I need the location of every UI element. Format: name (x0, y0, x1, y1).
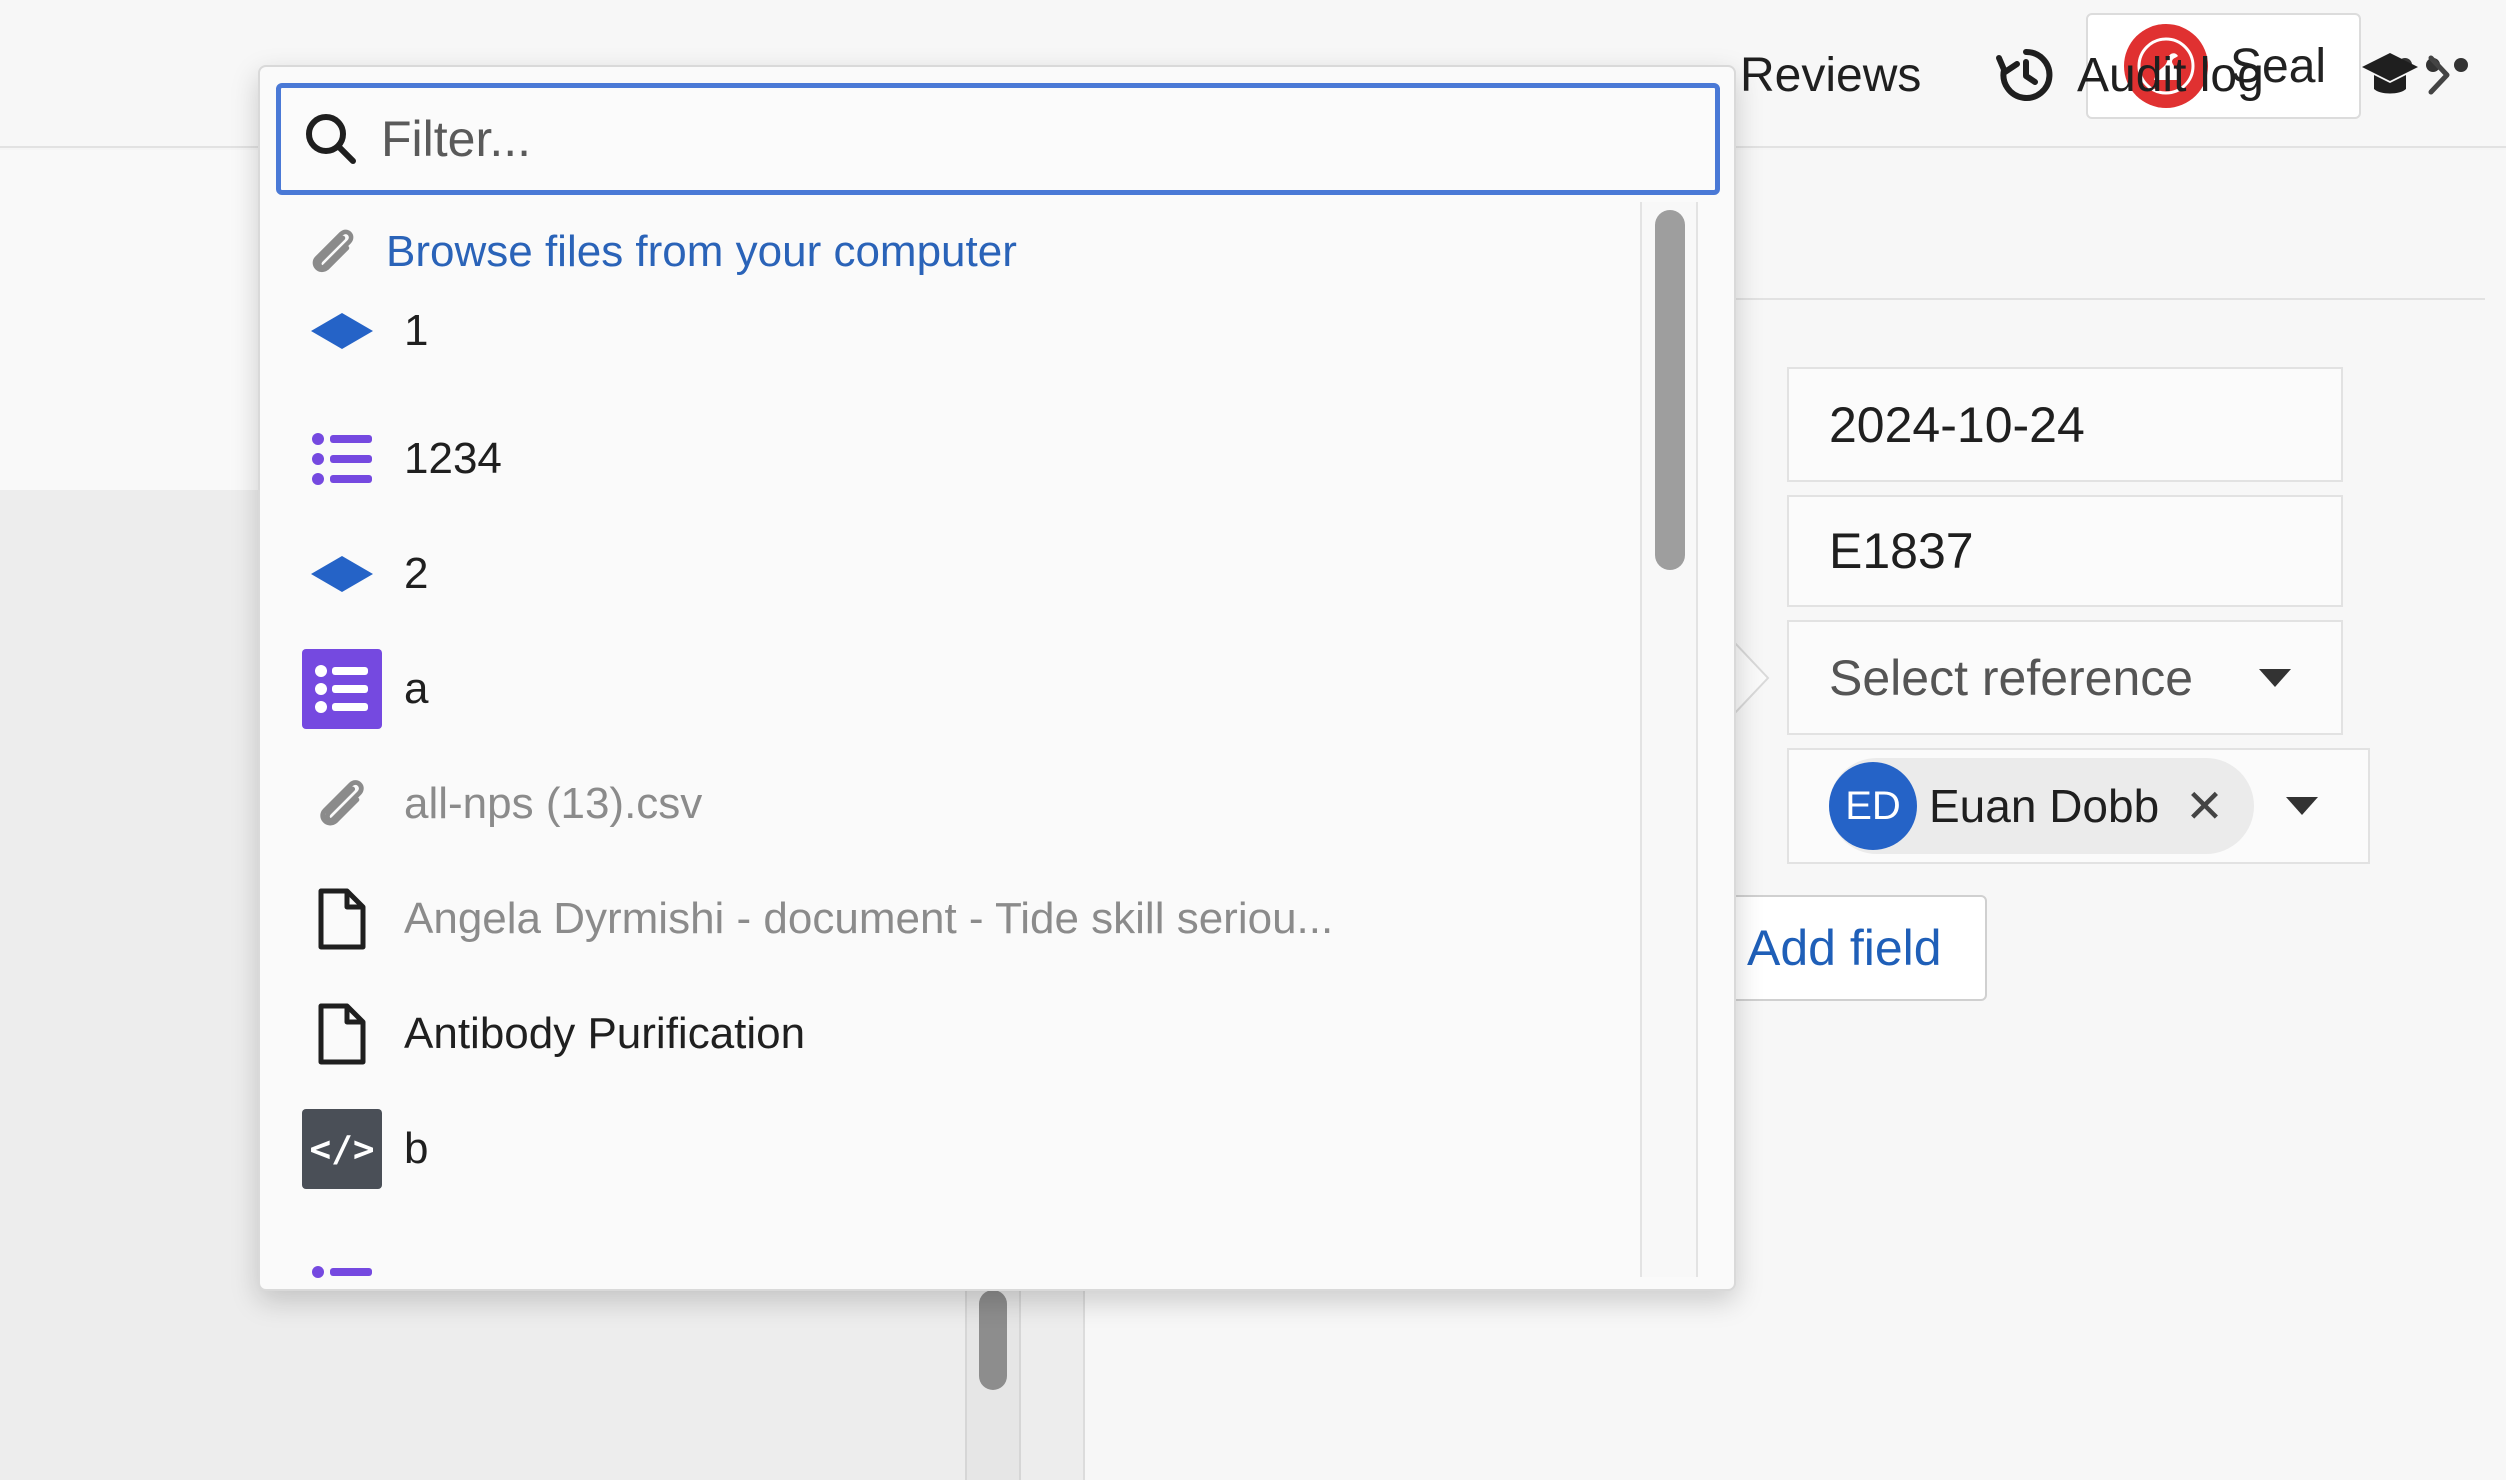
reference-select[interactable]: Select reference (1787, 620, 2343, 735)
list-item-label: Angela Dyrmishi - document - Tide skill … (404, 894, 1334, 943)
diamond-icon (302, 291, 382, 371)
user-chip: ED Euan Dobb ✕ (1829, 758, 2254, 854)
id-field[interactable]: E1837 (1787, 495, 2343, 607)
chevron-down-icon[interactable] (2286, 797, 2318, 815)
filter-input[interactable] (381, 110, 1681, 168)
tab-reviews[interactable]: Reviews (1740, 0, 1921, 150)
reference-dropdown: Browse files from your computer 1 1234 (258, 65, 1736, 1291)
code-icon: </> (302, 1109, 382, 1189)
chevron-down-icon (2259, 668, 2291, 687)
graduation-cap-icon (2362, 53, 2418, 94)
list-item-label: all-nps (13).csv (404, 779, 703, 828)
tab-training[interactable] (2360, 0, 2420, 150)
list-item-label: 2 (404, 549, 429, 598)
date-field[interactable]: 2024-10-24 (1787, 367, 2343, 482)
user-chip-name: Euan Dobb (1929, 780, 2160, 832)
diamond-icon (302, 534, 382, 614)
tab-audit-log[interactable]: Audit log (1995, 0, 2264, 150)
list-item-label: b (404, 1124, 429, 1173)
assignee-select[interactable]: ED Euan Dobb ✕ (1787, 748, 2370, 864)
reference-placeholder: Select reference (1829, 649, 2194, 706)
list-item-partial[interactable] (302, 1202, 1602, 1289)
list-item-label: 1 (404, 306, 429, 355)
list-icon (302, 1212, 382, 1289)
filter-field[interactable] (276, 83, 1720, 195)
popover-arrow (1734, 642, 1770, 714)
id-value: E1837 (1829, 523, 1974, 579)
list-item-label: a (404, 664, 429, 713)
list-item-label: Antibody Purification (404, 1009, 806, 1058)
date-value: 2024-10-24 (1829, 396, 2085, 453)
remove-user-icon[interactable]: ✕ (2185, 779, 2224, 833)
tab-reviews-label: Reviews (1740, 48, 1922, 102)
tabs-scroll-right-icon[interactable] (2425, 0, 2455, 150)
document-icon (302, 994, 382, 1074)
document-icon (302, 879, 382, 959)
panel-scrollbar-thumb[interactable] (979, 1290, 1007, 1390)
history-icon (1996, 48, 2053, 101)
add-field-button[interactable]: Add field (1727, 895, 1987, 1001)
dropdown-scrollbar-thumb[interactable] (1655, 210, 1685, 570)
list-item-label: 1234 (404, 434, 502, 483)
search-icon (306, 114, 356, 164)
list-icon (302, 419, 382, 499)
dropdown-list: Browse files from your computer 1 1234 2… (260, 202, 1640, 1289)
list-filled-icon (302, 649, 382, 729)
paperclip-icon (302, 764, 382, 844)
avatar: ED (1829, 762, 1917, 850)
tab-audit-log-label: Audit log (2077, 48, 2264, 102)
